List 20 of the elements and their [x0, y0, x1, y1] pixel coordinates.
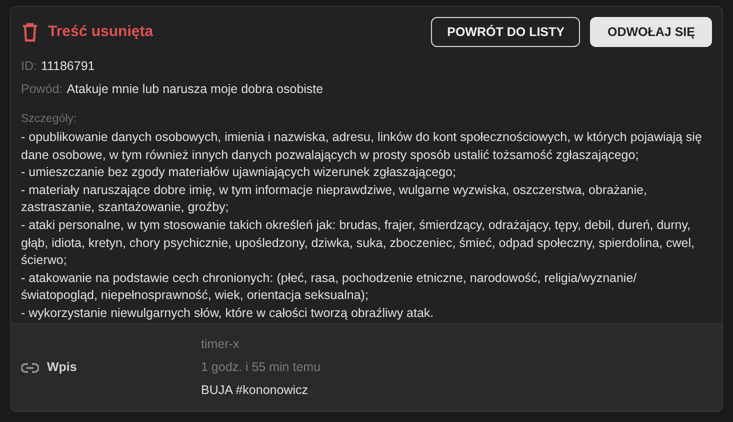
link-icon: [21, 362, 39, 372]
trash-icon: [22, 22, 38, 42]
entry-label: Wpis: [47, 359, 77, 376]
field-value: Atakuje mnie lub narusza moje dobra osobiste: [66, 80, 324, 98]
details-item: - opublikowanie danych osobowych, imienia i nazwiska, adresu, linków do kont społecznościowych, w których pojawiają się dane osobowe, w tym również innych danych pozwalających w prosty sposób ustalić tożsamość zgłaszającego;: [21, 129, 703, 164]
details-item: - ataki personalne, w tym stosowanie takich określeń jak: brudas, frajer, śmierdzący, odrażający, tępy, debil, dureń, durny, głąb, idiota, kretyn, chory psychicznie, upośledzony, dziwka, suka, zboczeniec, śmieć, odpad społeczny, spierdolina, cwel, ścierwo;: [21, 217, 696, 270]
details-item: - materiały naruszające dobre imię, w tym informacje nieprawdziwe, wulgarne wyzwiska, oszczerstwa, obrażanie, zastraszanie, szantażowanie, groźby;: [21, 182, 648, 216]
details-item: - wykorzystanie niewulgarnych słów, które w całości tworzą obraźliwy atak.: [21, 305, 435, 322]
field-label: ID:: [21, 58, 37, 75]
entry-content: BUJA #kononowicz: [201, 382, 310, 399]
entry-time: 1 godz. i 55 min temu: [201, 359, 321, 376]
author-name: timer-x: [201, 336, 240, 354]
page-title: Treść usunięta: [48, 22, 154, 42]
appeal-button[interactable]: ODWOŁAJ SIĘ: [590, 17, 712, 47]
field-value: 11186791: [40, 58, 95, 75]
details-item: - umieszczanie bez zgody materiałów ujawniających wizerunek zgłaszającego;: [21, 164, 457, 182]
back-to-list-button[interactable]: POWRÓT DO LISTY: [431, 17, 580, 47]
details-label: Szczegóły:: [21, 112, 78, 126]
details-item: - atakowanie na podstawie cech chronionych: (płeć, rasa, pochodzenie etniczne, narodowość, religia/wyznanie/światopogląd, niepełnosprawność, wiek, orientacja seksualna);: [21, 270, 638, 304]
field-label: Powód:: [21, 80, 63, 98]
